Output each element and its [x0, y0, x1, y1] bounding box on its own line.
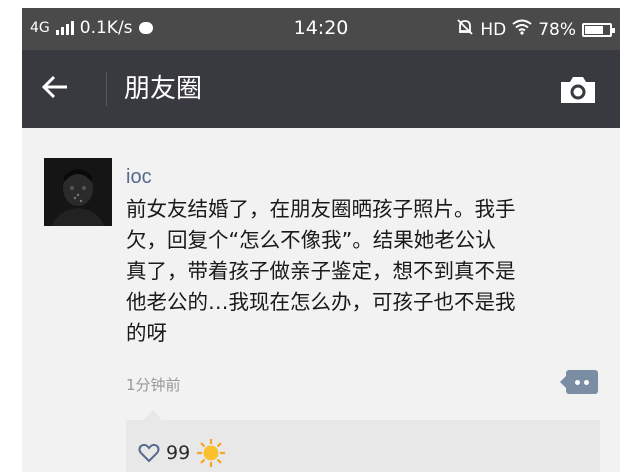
camera-button[interactable]: [558, 74, 598, 106]
avatar[interactable]: [44, 158, 112, 226]
nav-bar: 朋友圈: [22, 50, 620, 128]
mute-bell-icon: [456, 18, 474, 41]
comment-dots-icon: [575, 380, 580, 385]
comment-button[interactable]: [560, 370, 598, 394]
nav-divider: [106, 72, 107, 106]
likes-box: 99: [126, 410, 600, 472]
status-right: HD 78%: [456, 18, 615, 41]
post-author[interactable]: ioc: [126, 166, 152, 189]
arrow-left-icon: [41, 75, 67, 99]
camera-icon: [561, 77, 595, 103]
status-bar: 4G 0.1K/s 14:20 HD 78%: [22, 8, 620, 50]
post-time: 1分钟前: [126, 376, 181, 394]
likes-row: 99: [138, 438, 226, 468]
heart-icon: [138, 443, 160, 463]
post-text: 前女友结婚了，在朋友圈晒孩子照片。我手 欠，回复个“怎么不像我”。结果她老公认 …: [126, 197, 516, 345]
sun-emoji-icon: [197, 439, 226, 467]
comment-dot: [584, 380, 589, 385]
moments-post: ioc 前女友结婚了，在朋友圈晒孩子照片。我手 欠，回复个“怎么不像我”。结果她…: [22, 128, 620, 472]
hd-label: HD: [480, 19, 507, 40]
battery-percent: 78%: [538, 19, 576, 40]
back-button[interactable]: [40, 72, 80, 106]
page-title: 朋友圈: [124, 74, 203, 104]
wifi-icon: [512, 19, 532, 40]
phone-screen: 4G 0.1K/s 14:20 HD 78% 朋友圈 ioc 前女友结婚了，在朋…: [22, 8, 620, 472]
battery-icon: [582, 22, 615, 37]
like-count: 99: [166, 442, 191, 464]
